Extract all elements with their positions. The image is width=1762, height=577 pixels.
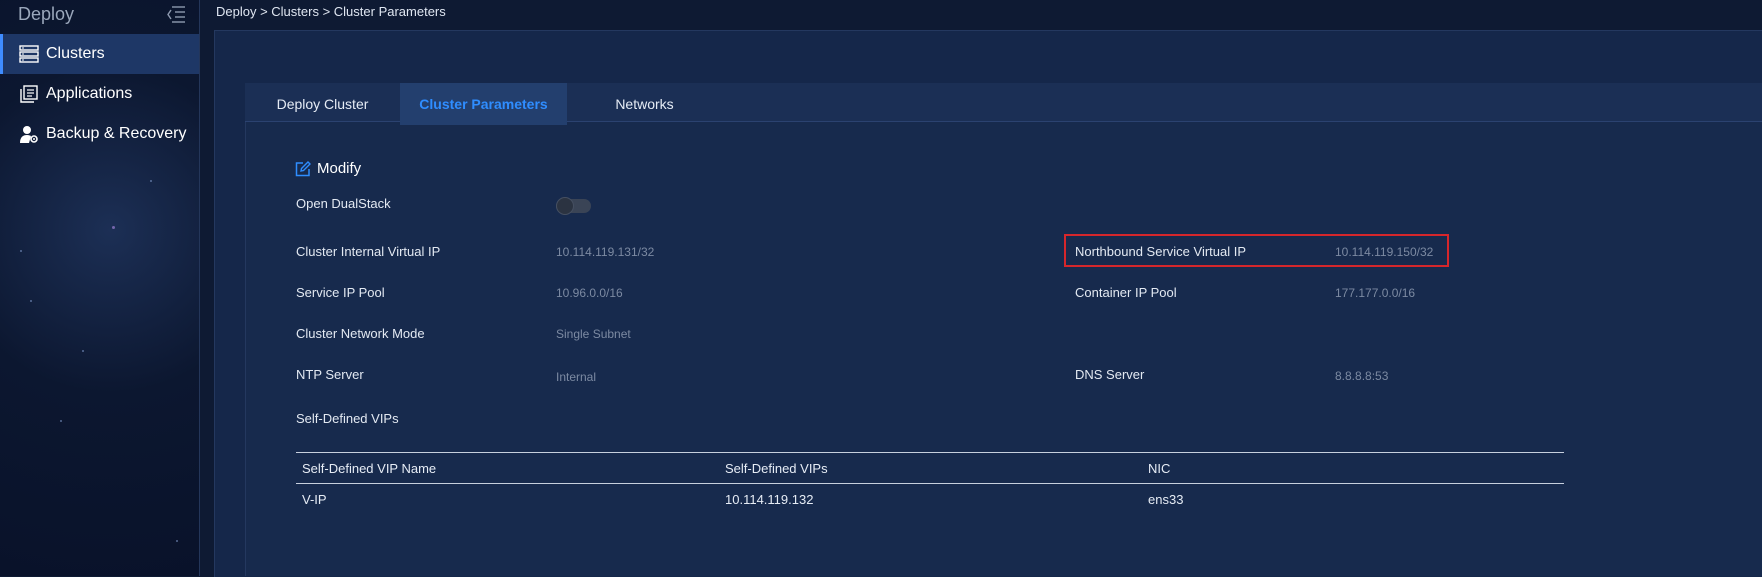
background-star (112, 226, 115, 229)
tab-label: Cluster Parameters (419, 96, 548, 112)
sidebar-item-label: Clusters (46, 45, 105, 62)
column-header-vip-name: Self-Defined VIP Name (302, 460, 437, 476)
sidebar: Deploy Clusters Applications Backup & Re… (0, 0, 200, 576)
tab-label: Networks (615, 96, 674, 112)
tab-label: Deploy Cluster (276, 96, 369, 112)
toggle-knob (556, 197, 574, 215)
network-mode-value: Single Subnet (556, 327, 631, 341)
column-header-vips: Self-Defined VIPs (725, 460, 828, 476)
service-ip-pool-label: Service IP Pool (296, 285, 385, 300)
dns-server-value: 8.8.8.8:53 (1335, 369, 1389, 383)
table-header: Self-Defined VIP Name Self-Defined VIPs … (296, 452, 1564, 484)
background-star (150, 180, 152, 182)
modify-button[interactable]: Modify (295, 160, 361, 177)
tab-deploy-cluster[interactable]: Deploy Cluster (245, 83, 400, 125)
table-row: V-IP 10.114.119.132 ens33 (296, 484, 1564, 514)
open-dualstack-toggle[interactable] (556, 197, 591, 215)
sidebar-header: Deploy (0, 0, 199, 30)
edit-icon (295, 160, 311, 177)
dns-server-label: DNS Server (1075, 367, 1145, 382)
background-star (60, 420, 62, 422)
table-cell: 10.114.119.132 (725, 491, 814, 507)
container-ip-pool-value: 177.177.0.0/16 (1335, 286, 1416, 300)
server-list-icon (18, 44, 40, 64)
background-star (20, 250, 22, 252)
ntp-server-value: Internal (556, 370, 597, 384)
modify-label: Modify (317, 160, 362, 177)
tab-bar: Deploy Cluster Cluster Parameters Networ… (245, 83, 1762, 125)
user-gear-icon (18, 124, 40, 144)
collapse-menu-icon[interactable] (166, 4, 186, 24)
service-ip-pool-value: 10.96.0.0/16 (556, 286, 623, 300)
northbound-vip-label: Northbound Service Virtual IP (1075, 244, 1247, 259)
sidebar-item-clusters[interactable]: Clusters (0, 34, 199, 74)
background-star (30, 300, 32, 302)
network-mode-label: Cluster Network Mode (296, 326, 425, 341)
vip-table: Self-Defined VIP Name Self-Defined VIPs … (296, 452, 1564, 514)
breadcrumb: Deploy > Clusters > Cluster Parameters (216, 4, 446, 19)
sidebar-title: Deploy (18, 4, 75, 24)
tab-networks[interactable]: Networks (567, 83, 722, 125)
table-cell: ens33 (1148, 491, 1184, 507)
column-header-nic: NIC (1148, 460, 1171, 476)
self-defined-vips-label: Self-Defined VIPs (296, 411, 399, 426)
ntp-server-label: NTP Server (296, 367, 364, 382)
applications-icon (18, 84, 40, 104)
sidebar-item-applications[interactable]: Applications (0, 74, 199, 114)
sidebar-item-label: Applications (46, 85, 133, 102)
background-star (176, 540, 178, 542)
container-ip-pool-label: Container IP Pool (1075, 285, 1177, 300)
northbound-vip-value: 10.114.119.150/32 (1335, 245, 1434, 259)
cluster-internal-vip-value: 10.114.119.131/32 (556, 245, 655, 259)
sidebar-item-label: Backup & Recovery (46, 125, 187, 142)
cluster-internal-vip-label: Cluster Internal Virtual IP (296, 244, 441, 259)
tab-cluster-parameters[interactable]: Cluster Parameters (400, 83, 567, 125)
sidebar-item-backup-recovery[interactable]: Backup & Recovery (0, 114, 199, 154)
open-dualstack-label: Open DualStack (296, 196, 391, 211)
background-star (82, 350, 84, 352)
table-cell: V-IP (302, 491, 327, 507)
